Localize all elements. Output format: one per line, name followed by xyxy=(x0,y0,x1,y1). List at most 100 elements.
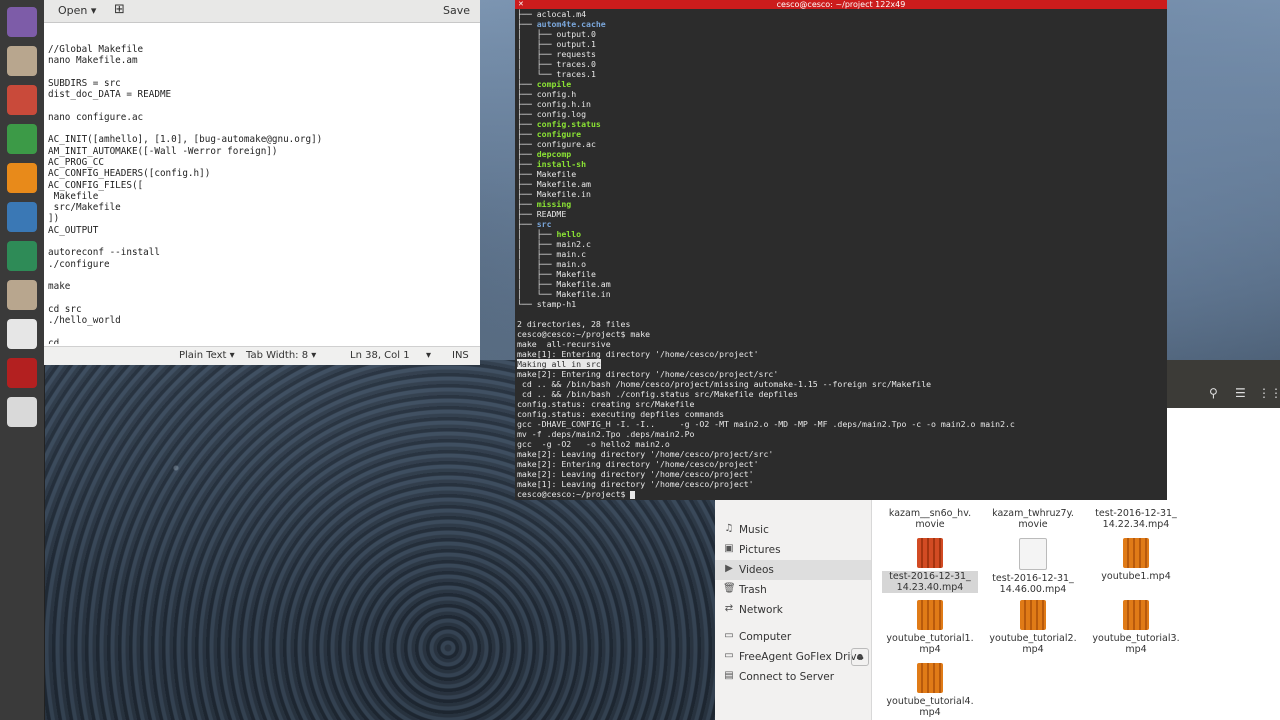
terminal-line: │ ├── requests xyxy=(517,49,1167,59)
terminal-line: ├── README xyxy=(517,209,1167,219)
terminal-line: cesco@cesco:~/project$ make xyxy=(517,329,1167,339)
terminal-line: gcc -DHAVE_CONFIG_H -I. -I.. -g -O2 -MT … xyxy=(517,419,1167,429)
position-dropdown-icon[interactable]: ▾ xyxy=(426,350,431,361)
server-icon: ▤ xyxy=(724,670,734,681)
file-item[interactable]: youtube_tutorial3. mp4 xyxy=(1088,600,1184,655)
globe-icon-glyph xyxy=(7,241,37,271)
file-item[interactable]: youtube_tutorial1. mp4 xyxy=(882,600,978,655)
terminal-line-text: ├── config.h.in xyxy=(517,99,591,109)
sidebar-item-label: Pictures xyxy=(739,544,781,556)
file-name-ext: movie xyxy=(1018,519,1048,530)
sidebar-item-label: Computer xyxy=(739,631,792,643)
terminal-line-text: │ ├── output.1 xyxy=(517,39,596,49)
sidebar-item-freeagent-goflex-drive[interactable]: ▭ FreeAgent GoFlex Drive ⏏ xyxy=(715,647,871,667)
terminal-line: ├── Makefile.am xyxy=(517,179,1167,189)
sidebar-item-computer[interactable]: ▭ Computer xyxy=(715,627,871,647)
save-button[interactable]: Save xyxy=(443,4,470,17)
file-item[interactable]: test-2016-12-31_ 14.23.40.mp4 xyxy=(882,538,978,593)
usb-drive-icon[interactable] xyxy=(4,394,40,430)
file-name-ext: 14.46.00.mp4 xyxy=(999,584,1067,595)
terminal-line-text: make all-recursive xyxy=(517,339,611,349)
open-button[interactable]: Open ▾ xyxy=(58,4,96,17)
dash-home-icon[interactable] xyxy=(4,4,40,40)
vlc-icon[interactable] xyxy=(4,160,40,196)
vlc-icon-glyph xyxy=(7,163,37,193)
text-editor-icon[interactable] xyxy=(4,316,40,352)
file-name: youtube_tutorial3. xyxy=(1092,633,1180,644)
terminal-line-text: ├── Makefile xyxy=(517,169,577,179)
file-item[interactable]: test-2016-12-31_ 14.22.34.mp4 xyxy=(1088,508,1184,530)
file-name-ext: 14.22.34.mp4 xyxy=(1102,519,1170,530)
file-item[interactable]: test-2016-12-31_ 14.46.00.mp4 xyxy=(985,538,1081,595)
terminal-line-text: config.status xyxy=(536,119,601,129)
document-icon xyxy=(1019,538,1047,570)
file-name: youtube1.mp4 xyxy=(1101,571,1171,582)
list-view-icon[interactable]: ☰ xyxy=(1235,386,1246,400)
videos-icon: ▶ xyxy=(725,563,733,574)
thunderbird-icon[interactable] xyxy=(4,199,40,235)
text-editor-icon-glyph xyxy=(7,319,37,349)
close-icon[interactable]: ✕ xyxy=(518,0,524,9)
file-item[interactable]: kazam__sn6o_hv. movie xyxy=(882,508,978,530)
terminal-line-text: compile xyxy=(536,79,572,89)
terminal-line: config.status: executing depfiles comman… xyxy=(517,409,1167,419)
terminal-line: make all-recursive xyxy=(517,339,1167,349)
terminal-line-text: gcc -DHAVE_CONFIG_H -I. -I.. -g -O2 -MT … xyxy=(517,419,1015,429)
terminal-line-text: Making all in src xyxy=(517,359,601,369)
terminal-line: make[1]: Leaving directory '/home/cesco/… xyxy=(517,479,1167,489)
sidebar-item-network[interactable]: ⇄ Network xyxy=(715,600,871,620)
video-file-icon xyxy=(917,538,943,568)
terminal-line: └── stamp-h1 xyxy=(517,299,1167,309)
files-icon[interactable] xyxy=(4,43,40,79)
video-file-icon xyxy=(1123,538,1149,568)
cursor-position[interactable]: Ln 38, Col 1 xyxy=(350,350,410,361)
tab-width-label: Tab Width: 8 xyxy=(246,350,309,361)
chrome-icon-glyph xyxy=(7,124,37,154)
file-item[interactable]: youtube1.mp4 xyxy=(1088,538,1184,582)
file-name: kazam_twhruz7y. xyxy=(992,508,1074,519)
file-item[interactable]: youtube_tutorial2. mp4 xyxy=(985,600,1081,655)
music-icon: ♫ xyxy=(724,523,734,534)
editor-text-area[interactable]: //Global Makefile nano Makefile.am SUBDI… xyxy=(48,44,476,344)
search-icon[interactable]: ⚲ xyxy=(1209,386,1218,400)
terminal-line: make[2]: Leaving directory '/home/cesco/… xyxy=(517,469,1167,479)
globe-icon[interactable] xyxy=(4,238,40,274)
files-icon-2[interactable] xyxy=(4,277,40,313)
terminal-line-text: make[2]: Leaving directory '/home/cesco/… xyxy=(517,469,754,479)
file-item[interactable]: youtube_tutorial4. mp4 xyxy=(882,663,978,718)
thunderbird-icon-glyph xyxy=(7,202,37,232)
file-name: kazam__sn6o_hv. xyxy=(888,508,972,519)
terminal-line: make[2]: Leaving directory '/home/cesco/… xyxy=(517,449,1167,459)
language-label: Plain Text xyxy=(179,350,227,361)
open-label: Open xyxy=(58,4,88,17)
terminal-line-text: │ └── traces.1 xyxy=(517,69,596,79)
file-item[interactable]: kazam_twhruz7y. movie xyxy=(985,508,1081,530)
terminal-line-text: install-sh xyxy=(536,159,587,169)
terminal-line: ├── missing xyxy=(517,199,572,209)
sidebar-item-connect-to-server[interactable]: ▤ Connect to Server xyxy=(715,667,871,687)
language-selector[interactable]: Plain Text ▾ xyxy=(179,350,235,361)
eject-icon[interactable]: ⏏ xyxy=(851,648,869,666)
terminal-output[interactable]: ├── aclocal.m4 ├── autom4te.cache │ ├── ou… xyxy=(517,9,1167,499)
sidebar-item-pictures[interactable]: ▣ Pictures xyxy=(715,540,871,560)
system-settings-icon[interactable] xyxy=(4,82,40,118)
terminal-line-text: ├── README xyxy=(517,209,567,219)
terminal-line: cd .. && /bin/bash ./config.status src/M… xyxy=(517,389,1167,399)
new-tab-icon[interactable]: ⊞ xyxy=(114,2,125,17)
screen-recorder-icon[interactable] xyxy=(4,355,40,391)
terminal-line-text: make[2]: Entering directory '/home/cesco… xyxy=(517,369,779,379)
sidebar-item-trash[interactable]: 🗑 Trash xyxy=(715,580,871,600)
file-name-ext: 14.23.40.mp4 xyxy=(882,582,978,593)
sidebar-item-music[interactable]: ♫ Music xyxy=(715,520,871,540)
terminal-line: ├── depcomp xyxy=(517,149,572,159)
video-file-icon xyxy=(1123,600,1149,630)
dash-home-icon-glyph xyxy=(7,7,37,37)
terminal-line-text: │ ├── main.o xyxy=(517,259,587,269)
grid-view-icon[interactable]: ⋮⋮ xyxy=(1258,386,1280,400)
sidebar-item-videos[interactable]: ▶ Videos xyxy=(715,560,871,580)
terminal-window: ✕ cesco@cesco: ~/project 122x49 ├── aclo… xyxy=(515,0,1167,500)
terminal-line-text: │ ├── Makefile.am xyxy=(517,279,611,289)
tab-width-selector[interactable]: Tab Width: 8 ▾ xyxy=(246,350,316,361)
terminal-line: Making all in src xyxy=(517,359,1167,369)
chrome-icon[interactable] xyxy=(4,121,40,157)
